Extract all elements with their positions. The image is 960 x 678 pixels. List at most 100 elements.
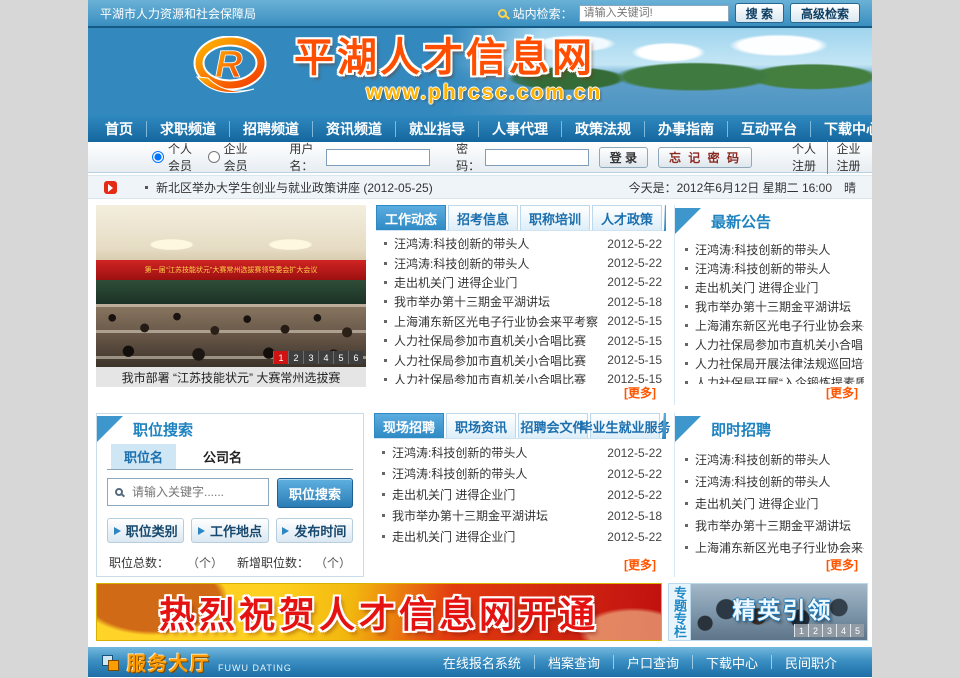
news-item[interactable]: 人力社保局参加市直机关小合唱比赛 2012-5-15 [384, 370, 662, 384]
news-link[interactable]: 我市举办第十三期金平湖讲坛 [392, 507, 600, 524]
nav-link[interactable]: 人事代理 [479, 119, 561, 139]
news-item[interactable]: 走出机关门 进得企业门 2012-5-22 [382, 484, 662, 505]
nav-item[interactable]: 资讯频道 [312, 121, 395, 137]
news-item[interactable]: 我市举办第十三期金平湖讲坛 2012-5-18 [384, 292, 662, 311]
tab-position-name[interactable]: 职位名 [111, 444, 176, 469]
announcement-item[interactable]: 人力社保局参加市直机关小合唱比赛 [685, 335, 864, 354]
username-field[interactable] [326, 149, 430, 166]
filter-button[interactable]: 工作地点 [191, 518, 268, 543]
nav-item[interactable]: 办事指南 [644, 121, 727, 137]
login-button[interactable]: 登 录 [599, 147, 648, 168]
tab-exam-info[interactable]: 招考信息 [448, 205, 518, 230]
nav-item[interactable]: 就业指导 [395, 121, 478, 137]
job-search-button[interactable]: 职位搜索 [277, 478, 353, 508]
forgot-password-button[interactable]: 忘 记 密 码 [658, 147, 752, 168]
filter-button[interactable]: 发布时间 [276, 518, 353, 543]
site-search-button[interactable]: 搜 索 [735, 3, 784, 23]
nav-link[interactable]: 求职频道 [147, 119, 229, 139]
news-link[interactable]: 汪鸿涛:科技创新的带头人 [394, 255, 600, 272]
nav-link[interactable]: 首页 [92, 119, 146, 139]
announcement-link[interactable]: 走出机关门 进得企业门 [695, 279, 864, 296]
slideshow-page-button[interactable]: 1 [273, 351, 288, 364]
news-link[interactable]: 汪鸿涛:科技创新的带头人 [392, 465, 600, 482]
tab-onsite-recruit[interactable]: 现场招聘 [374, 413, 444, 438]
announcement-link[interactable]: 人力社保局开展法律法规巡回培训 [695, 355, 864, 372]
news-link[interactable]: 走出机关门 进得企业门 [392, 528, 600, 545]
news-item[interactable]: 汪鸿涛:科技创新的带头人 2012-5-22 [384, 253, 662, 272]
news-link[interactable]: 我市举办第十三期金平湖讲坛 [394, 293, 600, 310]
slideshow-page-button[interactable]: 6 [348, 351, 363, 364]
announcement-item[interactable]: 人力社保局开展法律法规巡回培训 [685, 354, 864, 373]
news-item[interactable]: 汪鸿涛:科技创新的带头人 2012-5-22 [382, 463, 662, 484]
advanced-search-button[interactable]: 高级检索 [790, 3, 860, 23]
nav-item[interactable]: 求职频道 [146, 121, 229, 137]
personal-register-link[interactable]: 个人注册 [784, 140, 828, 174]
announcement-link[interactable]: 汪鸿涛:科技创新的带头人 [695, 260, 864, 277]
news-item[interactable]: 人力社保局参加市直机关小合唱比赛 2012-5-15 [384, 331, 662, 350]
nav-link[interactable]: 就业指导 [396, 119, 478, 139]
news-link[interactable]: 汪鸿涛:科技创新的带头人 [392, 444, 600, 461]
ticker-headline-link[interactable]: 新北区举办大学生创业与就业政策讲座 (2012-05-25) [156, 179, 433, 196]
slideshow-photo[interactable]: 第一届“江苏技能状元”大赛常州选拔赛领导委会扩大会议 123456 [96, 205, 366, 367]
news-item[interactable]: 走出机关门 进得企业门 2012-5-22 [384, 273, 662, 292]
tab-jobfair-docs[interactable]: 招聘会文件 [518, 413, 588, 438]
news-item[interactable]: 走出机关门 进得企业门 2012-5-22 [382, 526, 662, 547]
nav-item[interactable]: 人事代理 [478, 121, 561, 137]
announcement-link[interactable]: 上海浦东新区光电子行业协会来平考 [695, 317, 864, 334]
slideshow-page-button[interactable]: 5 [333, 351, 348, 364]
news-item[interactable]: 汪鸿涛:科技创新的带头人 2012-5-22 [384, 234, 662, 253]
keyword-input[interactable] [130, 484, 261, 500]
job-link[interactable]: 上海浦东新区光电子行业协会来平考 [695, 539, 864, 556]
service-link[interactable]: 户口查询 [614, 653, 692, 672]
news-link[interactable]: 走出机关门 进得企业门 [392, 486, 600, 503]
nav-item[interactable]: 招聘频道 [229, 121, 312, 137]
job-link[interactable]: 汪鸿涛:科技创新的带头人 [695, 473, 864, 490]
more-link[interactable]: [更多] [826, 558, 858, 572]
nav-link[interactable]: 下载中心 [811, 119, 872, 139]
celebration-banner[interactable]: 热烈祝贺人才信息网开通 [96, 583, 662, 641]
news-link[interactable]: 人力社保局参加市直机关小合唱比赛 [394, 352, 600, 369]
job-item[interactable]: 上海浦东新区光电子行业协会来平考 [685, 536, 864, 556]
nav-link[interactable]: 办事指南 [645, 119, 727, 139]
announcement-link[interactable]: 我市举办第十三期金平湖讲坛 [695, 298, 864, 315]
news-item[interactable]: 人力社保局参加市直机关小合唱比赛 2012-5-15 [384, 350, 662, 369]
nav-item[interactable]: 首页 [92, 121, 146, 137]
service-link[interactable]: 在线报名系统 [430, 653, 534, 672]
more-link[interactable]: [更多] [826, 386, 858, 400]
nav-link[interactable]: 互动平台 [728, 119, 810, 139]
job-link[interactable]: 汪鸿涛:科技创新的带头人 [695, 451, 864, 468]
special-page-button[interactable]: 5 [850, 624, 864, 637]
news-link[interactable]: 人力社保局参加市直机关小合唱比赛 [394, 332, 600, 349]
announcement-link[interactable]: 人力社保局参加市直机关小合唱比赛 [695, 336, 864, 353]
company-member-radio-input[interactable] [208, 151, 220, 163]
news-item[interactable]: 我市举办第十三期金平湖讲坛 2012-5-18 [382, 505, 662, 526]
special-photo-banner[interactable]: 精英引领 12345 [691, 584, 867, 640]
tab-career-info[interactable]: 职场资讯 [446, 413, 516, 438]
personal-member-radio[interactable]: 个人会员 [152, 140, 196, 174]
news-item[interactable]: 上海浦东新区光电子行业协会来平考察 2012-5-15 [384, 312, 662, 331]
job-item[interactable]: 走出机关门 进得企业门 [685, 492, 864, 514]
tab-work-news[interactable]: 工作动态 [376, 205, 446, 230]
nav-link[interactable]: 政策法规 [562, 119, 644, 139]
service-link[interactable]: 下载中心 [693, 653, 771, 672]
tab-company-name[interactable]: 公司名 [190, 444, 255, 469]
site-search-input[interactable] [579, 5, 729, 22]
tab-graduate-service[interactable]: 毕业生就业服务 [590, 413, 660, 438]
news-link[interactable]: 走出机关门 进得企业门 [394, 274, 600, 291]
special-page-button[interactable]: 1 [794, 624, 808, 637]
job-item[interactable]: 我市举办第十三期金平湖讲坛 [685, 514, 864, 536]
announcement-item[interactable]: 我市举办第十三期金平湖讲坛 [685, 297, 864, 316]
filter-button[interactable]: 职位类别 [107, 518, 184, 543]
job-link[interactable]: 我市举办第十三期金平湖讲坛 [695, 517, 864, 534]
more-link[interactable]: [更多] [624, 386, 656, 400]
news-item[interactable]: 汪鸿涛:科技创新的带头人 2012-5-22 [382, 442, 662, 463]
slideshow-page-button[interactable]: 3 [303, 351, 318, 364]
nav-item[interactable]: 政策法规 [561, 121, 644, 137]
news-link[interactable]: 汪鸿涛:科技创新的带头人 [394, 235, 600, 252]
special-page-button[interactable]: 3 [822, 624, 836, 637]
slideshow-page-button[interactable]: 4 [318, 351, 333, 364]
news-link[interactable]: 人力社保局参加市直机关小合唱比赛 [394, 371, 600, 384]
tab-title-training[interactable]: 职称培训 [520, 205, 590, 230]
company-register-link[interactable]: 企业注册 [827, 140, 872, 174]
nav-item[interactable]: 互动平台 [727, 121, 810, 137]
